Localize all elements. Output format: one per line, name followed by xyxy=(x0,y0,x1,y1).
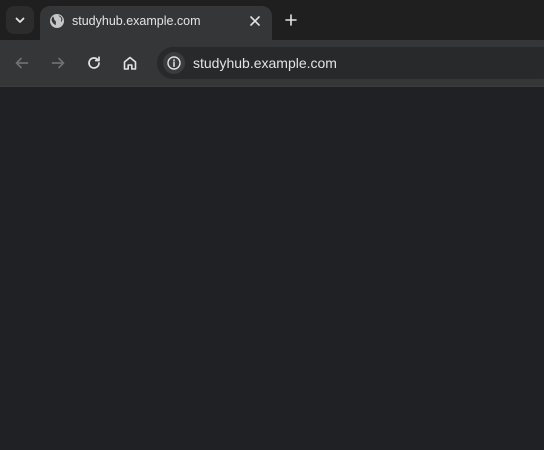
site-info-icon xyxy=(167,56,181,70)
home-icon xyxy=(122,55,138,71)
plus-icon xyxy=(285,14,297,26)
site-info-button[interactable] xyxy=(163,52,185,74)
forward-arrow-icon xyxy=(50,55,66,71)
new-tab-button[interactable] xyxy=(281,10,301,30)
close-icon xyxy=(250,16,260,26)
tab-search-button[interactable] xyxy=(6,6,34,34)
globe-icon xyxy=(49,13,65,29)
chevron-down-icon xyxy=(14,14,26,26)
page-viewport[interactable] xyxy=(0,87,544,450)
browser-toolbar: studyhub.example.com xyxy=(0,40,544,86)
url-text[interactable]: studyhub.example.com xyxy=(193,55,337,71)
back-arrow-icon xyxy=(14,55,30,71)
back-button[interactable] xyxy=(10,51,34,75)
active-tab[interactable]: studyhub.example.com xyxy=(40,6,272,40)
tab-strip: studyhub.example.com xyxy=(0,0,544,40)
reload-button[interactable] xyxy=(82,51,106,75)
tab-title: studyhub.example.com xyxy=(72,14,201,28)
address-bar[interactable]: studyhub.example.com xyxy=(157,47,544,79)
reload-icon xyxy=(86,55,102,71)
forward-button[interactable] xyxy=(46,51,70,75)
close-tab-button[interactable] xyxy=(246,12,264,30)
home-button[interactable] xyxy=(118,51,142,75)
